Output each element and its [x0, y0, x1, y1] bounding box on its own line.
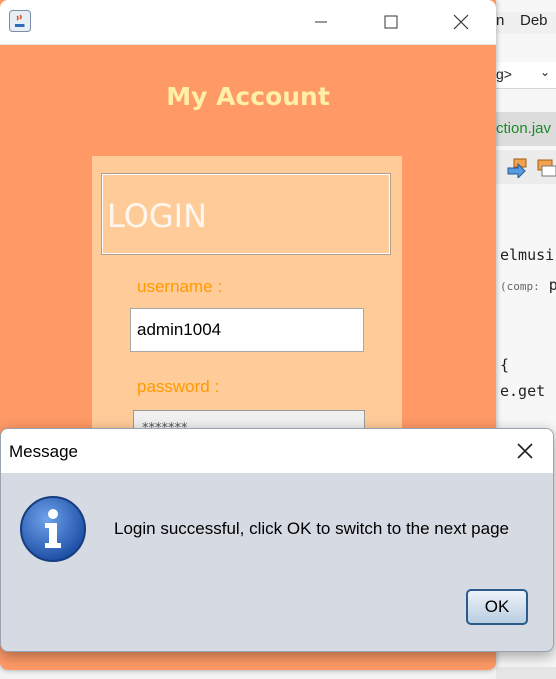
minimize-button[interactable] — [298, 6, 344, 38]
next-annotation-icon[interactable] — [506, 158, 528, 178]
ide-combo[interactable]: g> ⌄ — [496, 62, 556, 89]
code-line: (comp: p — [500, 276, 556, 294]
java-app-icon — [9, 10, 31, 32]
ide-toolbar — [496, 150, 556, 184]
close-button[interactable] — [438, 6, 484, 38]
dialog-message: Login successful, click OK to switch to … — [114, 519, 509, 538]
information-icon — [20, 496, 86, 562]
code-line: { — [500, 356, 510, 374]
ide-tab-label: ction.jav — [496, 120, 552, 137]
login-heading-box: LOGIN — [101, 173, 391, 255]
ide-status-strip — [496, 667, 556, 679]
login-heading: LOGIN — [107, 197, 208, 235]
ide-combo-text: g> — [496, 66, 512, 82]
dialog-title: Message — [9, 442, 78, 461]
code-line: e.get — [500, 382, 546, 400]
dialog-titlebar[interactable]: Message — [1, 429, 553, 473]
maximize-icon — [384, 15, 398, 29]
ok-button[interactable]: OK — [466, 589, 528, 625]
username-input[interactable]: admin1004 — [130, 308, 364, 352]
dialog-close-button[interactable] — [511, 437, 539, 465]
minimize-icon — [315, 21, 327, 23]
ide-editor-tab[interactable]: ction.jav — [496, 112, 556, 146]
chevron-down-icon: ⌄ — [540, 65, 551, 79]
close-icon — [517, 443, 533, 459]
message-dialog: Message Login successful, click OK to sw… — [0, 428, 554, 652]
code-line: elmusi — [500, 246, 555, 264]
maximize-button[interactable] — [368, 6, 414, 38]
ide-menu-bar: n Deb — [496, 12, 556, 34]
page-title: My Account — [166, 82, 330, 111]
password-label: password : — [137, 377, 220, 396]
username-label: username : — [137, 277, 223, 296]
window-titlebar[interactable] — [0, 0, 496, 45]
close-icon — [453, 14, 469, 30]
toggle-view-icon[interactable] — [536, 158, 556, 178]
ide-menu-item[interactable]: n — [496, 12, 504, 29]
ide-menu-item[interactable]: Deb — [520, 12, 548, 29]
